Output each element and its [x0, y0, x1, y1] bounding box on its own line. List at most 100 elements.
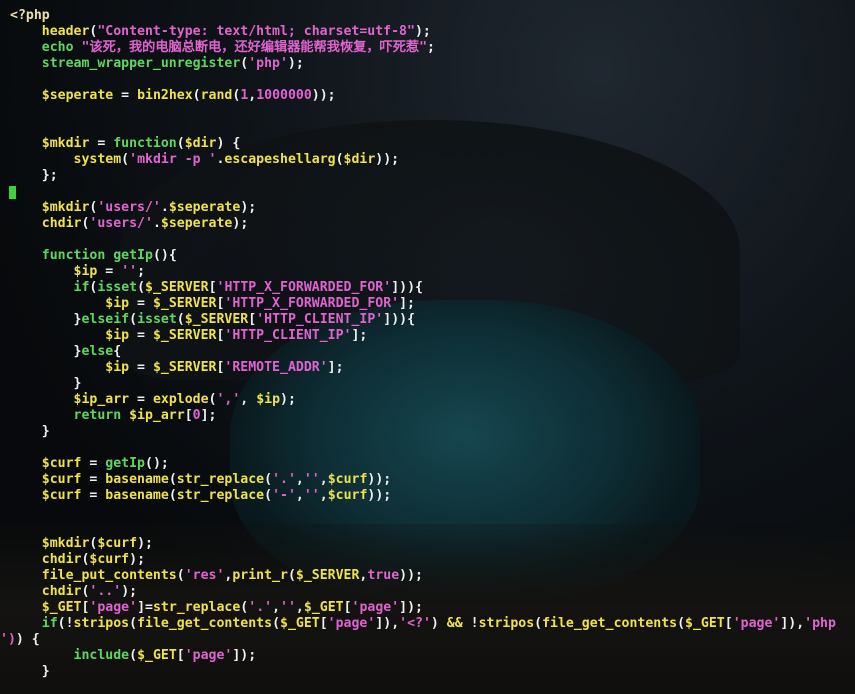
code-token: '.' [248, 600, 273, 615]
code-token: $_GET [41, 600, 82, 615]
code-token: $dir [343, 152, 376, 167]
code-token: 'page' [89, 600, 138, 615]
code-token: system [73, 152, 122, 167]
code-token: ]), [375, 616, 400, 631]
code-token: getIp [105, 456, 145, 471]
code-token: ]); [399, 600, 423, 615]
code-token: ); [414, 24, 431, 39]
code-token: 'HTTP_CLIENT_IP' [224, 328, 352, 343]
code-token: $_SERVER [152, 360, 217, 375]
code-token: '-' [272, 488, 296, 503]
code-token: = [129, 392, 153, 407]
code-token: 'page' [732, 616, 781, 631]
code-token: = [97, 264, 122, 279]
code-token: $ip [256, 392, 281, 407]
code-token: 'users/' [89, 216, 153, 231]
code-token: ]= [137, 600, 153, 615]
code-line: } [10, 424, 50, 440]
code-token: ) { [216, 136, 241, 151]
code-line: system('mkdir -p '.escapeshellarg($dir))… [10, 152, 400, 168]
code-token: $ip [73, 264, 98, 279]
code-token: function [41, 248, 114, 263]
code-token: ( [121, 152, 130, 167]
code-token: )); [311, 88, 336, 103]
code-line: } [10, 376, 82, 392]
code-token: $mkdir [41, 200, 90, 215]
code-line: }else{ [10, 344, 122, 360]
code-token: [ [724, 616, 733, 631]
code-line: $ip = $_SERVER['HTTP_CLIENT_IP']; [10, 328, 367, 344]
code-token: stream_wrapper_unregister [41, 56, 241, 71]
code-token: ( [534, 616, 543, 631]
code-token: ); [121, 584, 138, 599]
code-editor[interactable]: <?php header("Content-type: text/html; c… [0, 0, 855, 694]
code-token: $_SERVER [295, 568, 360, 583]
code-token: str_replace [176, 488, 265, 503]
code-token: ( [129, 648, 138, 663]
code-token: file_get_contents [542, 616, 678, 631]
code-line: <?php [10, 8, 50, 24]
code-token: ; [137, 264, 146, 279]
code-token: $ip_arr [73, 392, 130, 407]
code-token: , [295, 488, 304, 503]
code-token: $curf [41, 472, 82, 487]
code-line: chdir('users/'.$seperate); [10, 216, 249, 232]
code-token: [ [184, 408, 193, 423]
code-token: ( [129, 616, 138, 631]
code-token: )); [367, 472, 392, 487]
code-token: ',' [216, 392, 241, 407]
code-token: 'page' [351, 600, 400, 615]
code-token: explode [152, 392, 209, 407]
code-line: return $ip_arr[0]; [10, 408, 217, 424]
code-token: ( [264, 472, 273, 487]
code-token: 'HTTP_CLIENT_IP' [256, 312, 384, 327]
code-token: [ [248, 312, 257, 327]
code-line: include($_GET['page']); [10, 648, 257, 664]
code-token: <?php [10, 8, 50, 23]
code-token: isset [137, 312, 177, 327]
code-token: )); [375, 152, 400, 167]
code-token: $curf [97, 536, 138, 551]
code-token: = [129, 328, 153, 343]
code-token: $_GET [280, 616, 320, 631]
code-token: $mkdir [41, 536, 90, 551]
code-token: file_put_contents [41, 568, 177, 583]
code-token: ( [168, 472, 177, 487]
code-token: = [129, 296, 153, 311]
code-token: ( [264, 488, 273, 503]
code-token: ]; [351, 328, 368, 343]
code-token: ( [168, 488, 177, 503]
code-line: if(isset($_SERVER['HTTP_X_FORWARDED_FOR'… [10, 280, 423, 296]
code-token: bin2hex [137, 88, 193, 103]
code-token: '' [280, 600, 296, 615]
code-token: , [319, 472, 328, 487]
code-token: $_SERVER [145, 280, 209, 295]
code-token: $curf [327, 472, 368, 487]
code-token: '.' [272, 472, 296, 487]
code-token: } [10, 424, 50, 439]
code-token: '' [303, 472, 320, 487]
code-line: header("Content-type: text/html; charset… [10, 24, 431, 40]
code-token: file_get_contents [137, 616, 273, 631]
code-token: chdir [41, 552, 82, 567]
code-line: file_put_contents('res',print_r($_SERVER… [10, 568, 423, 584]
code-token: chdir [41, 216, 82, 231]
code-token: ); [240, 200, 257, 215]
code-token: , [295, 600, 304, 615]
code-token: 'REMOTE_ADDR' [224, 360, 328, 375]
code-token: else [81, 344, 114, 359]
code-token: . [152, 216, 161, 231]
code-token: (! [57, 616, 74, 631]
code-token: stripos [73, 616, 130, 631]
code-line: $curf = getIp(); [10, 456, 169, 472]
code-token: ( [129, 312, 138, 327]
code-token: 'HTTP_X_FORWARDED_FOR' [224, 296, 400, 311]
code-token: 1000000 [256, 88, 312, 103]
code-line: $ip = $_SERVER['HTTP_X_FORWARDED_FOR']; [10, 296, 415, 312]
